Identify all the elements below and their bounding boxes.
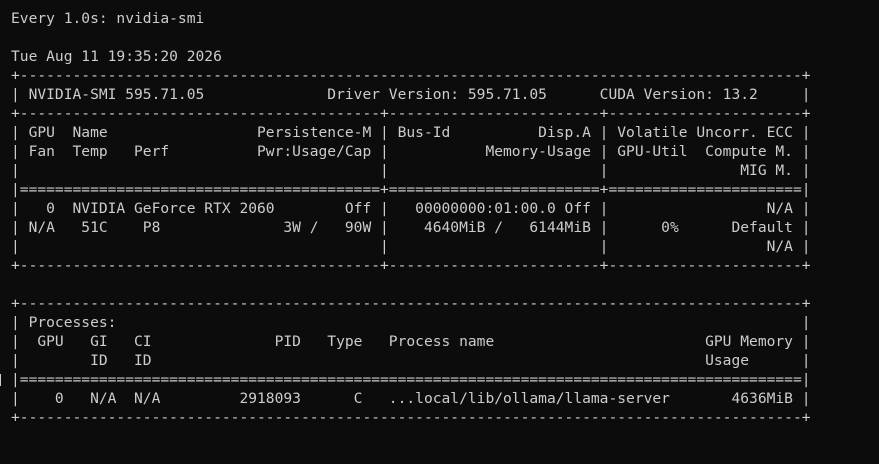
gpu-header-row-2: | Fan Temp Perf Pwr:Usage/Cap | Memory-U… xyxy=(11,143,811,160)
terminal-window[interactable]: Every 1.0s: nvidia-smi Tue Aug 11 19:35:… xyxy=(0,0,879,464)
processes-separator: |=======================================… xyxy=(11,371,811,388)
gpu-header-row-3: | | | MIG M. | xyxy=(11,162,811,179)
processes-border-top: +---------------------------------------… xyxy=(11,295,811,312)
smi-version-row: | NVIDIA-SMI 595.71.05 Driver Version: 5… xyxy=(11,86,811,103)
cursor-icon xyxy=(0,374,1,386)
watch-header: Every 1.0s: nvidia-smi xyxy=(11,10,205,27)
table-border-header: +---------------------------------------… xyxy=(11,105,811,122)
table-border-bottom: +---------------------------------------… xyxy=(11,257,811,274)
processes-title: | Processes: | xyxy=(11,314,811,331)
process-row: | 0 N/A N/A 2918093 C ...local/lib/ollam… xyxy=(11,390,811,407)
gpu-row-1: | 0 NVIDIA GeForce RTX 2060 Off | 000000… xyxy=(11,200,811,217)
gpu-row-2: | N/A 51C P8 3W / 90W | 4640MiB / 6144Mi… xyxy=(11,219,811,236)
table-border-top: +---------------------------------------… xyxy=(11,67,811,84)
gpu-row-3: | | | N/A | xyxy=(11,238,811,255)
processes-border-bottom: +---------------------------------------… xyxy=(11,409,811,426)
processes-header-row-2: | ID ID Usage | xyxy=(11,352,811,369)
gpu-header-separator: |=======================================… xyxy=(11,181,811,198)
processes-header-row-1: | GPU GI CI PID Type Process name GPU Me… xyxy=(11,333,811,350)
gpu-header-row-1: | GPU Name Persistence-M | Bus-Id Disp.A… xyxy=(11,124,811,141)
watch-timestamp: Tue Aug 11 19:35:20 2026 xyxy=(11,48,222,65)
